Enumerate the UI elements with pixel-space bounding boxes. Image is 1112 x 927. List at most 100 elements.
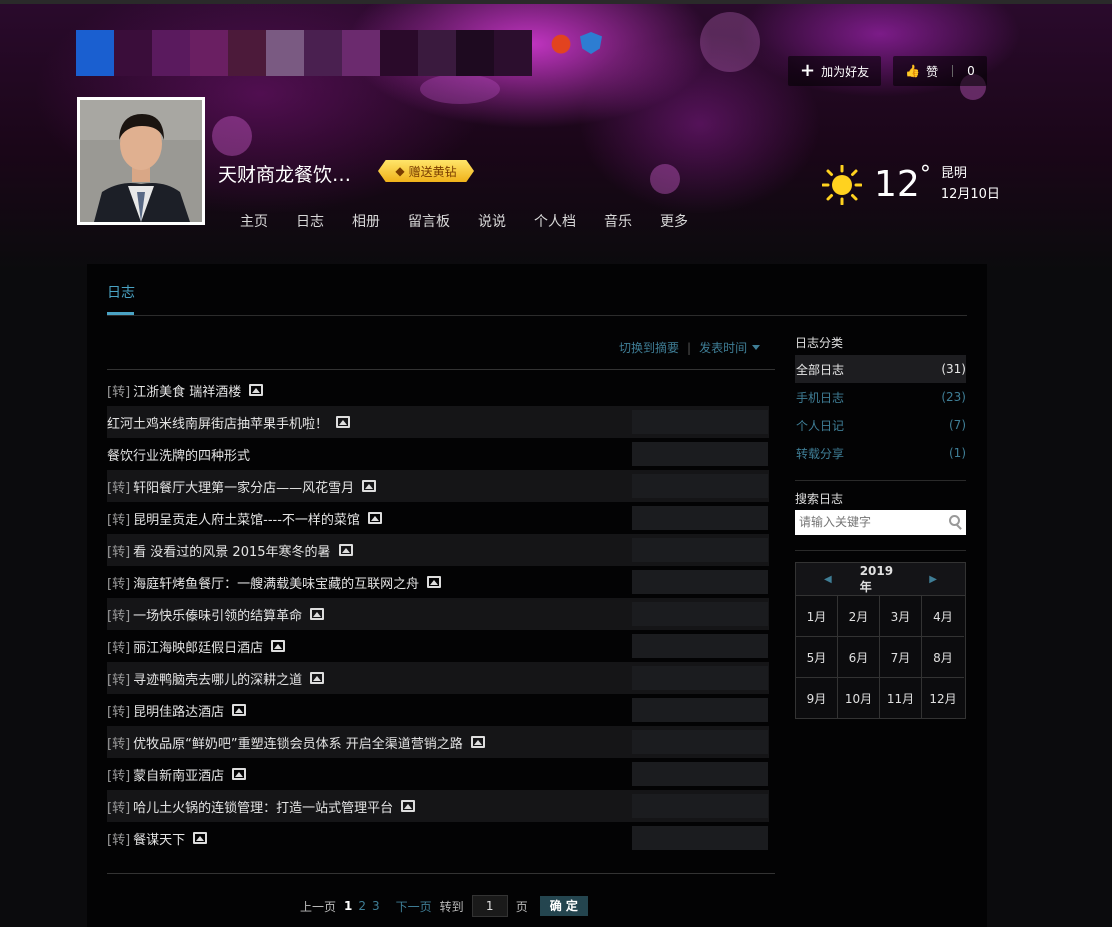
- category-count: (23): [941, 390, 966, 404]
- category-count: (7): [949, 418, 966, 432]
- blog-post-title[interactable]: 江浙美食 瑞祥酒楼: [133, 381, 241, 400]
- page-2-link[interactable]: 2: [358, 899, 366, 913]
- blog-post-title[interactable]: 餐饮行业洗牌的四种形式: [107, 445, 250, 464]
- pagination: 上一页 1 2 3 下一页 转到 页 确 定: [300, 895, 588, 917]
- category-name: 手机日志: [796, 390, 845, 405]
- blog-post-row[interactable]: 红河土鸡米线南屏街店抽苹果手机啦！: [107, 406, 769, 438]
- nav-music[interactable]: 音乐: [604, 211, 632, 231]
- blog-post-row[interactable]: [转] 蒙自新南亚酒店: [107, 758, 769, 790]
- prev-year-icon[interactable]: ◀: [824, 574, 832, 585]
- blog-post-title[interactable]: 哈儿土火锅的连锁管理：打造一站式管理平台: [133, 797, 393, 816]
- nav-mood[interactable]: 说说: [478, 211, 506, 231]
- blog-post-title[interactable]: 海庭轩烤鱼餐厅：一艘满载美味宝藏的互联网之舟: [133, 573, 419, 592]
- sort-by-time-dropdown[interactable]: 发表时间: [699, 339, 747, 356]
- post-meta: [632, 442, 768, 466]
- month-cell[interactable]: 5月: [796, 637, 838, 678]
- diamond-icon: ◆: [395, 164, 405, 178]
- search-input[interactable]: [795, 510, 939, 533]
- blog-post-list: [转] 江浙美食 瑞祥酒楼 红河土鸡米线南屏街店抽苹果手机啦！ 餐饮行业洗牌的四种形式…: [107, 374, 769, 854]
- nav-album[interactable]: 相册: [352, 211, 380, 231]
- confirm-button[interactable]: 确 定: [539, 896, 588, 916]
- nav-more[interactable]: 更多: [660, 211, 688, 231]
- current-page: 1: [344, 899, 353, 913]
- month-cell[interactable]: 9月: [796, 678, 838, 718]
- image-icon: [232, 768, 247, 780]
- blog-post-title[interactable]: 餐谋天下: [133, 829, 185, 848]
- month-cell[interactable]: 6月: [838, 637, 880, 678]
- blog-post-title[interactable]: 寻迹鸭脑壳去哪儿的深耕之道: [133, 669, 302, 688]
- blog-post-row[interactable]: [转] 轩阳餐厅大理第一家分店——风花雪月: [107, 470, 769, 502]
- blog-post-row[interactable]: [转] 餐谋天下: [107, 822, 769, 854]
- vip-badges: [550, 32, 602, 54]
- blog-post-row[interactable]: [转] 寻迹鸭脑壳去哪儿的深耕之道: [107, 662, 769, 694]
- post-meta: [632, 474, 768, 498]
- profile-actions: + 加为好友 👍 赞 0: [788, 56, 987, 86]
- gift-yellow-diamond-button[interactable]: ◆ 赠送黄钻: [378, 160, 474, 182]
- tab-blog[interactable]: 日志: [107, 282, 135, 302]
- month-cell[interactable]: 8月: [922, 637, 964, 678]
- blog-post-title[interactable]: 轩阳餐厅大理第一家分店——风花雪月: [133, 477, 354, 496]
- shield-badge-icon: [580, 32, 602, 54]
- category-item[interactable]: 个人日记 (7): [795, 411, 966, 439]
- blog-post-row[interactable]: 餐饮行业洗牌的四种形式: [107, 438, 769, 470]
- prev-page-link[interactable]: 上一页: [300, 898, 336, 915]
- blog-post-row[interactable]: [转] 江浙美食 瑞祥酒楼: [107, 374, 769, 406]
- blog-post-row[interactable]: [转] 丽江海映郎廷假日酒店: [107, 630, 769, 662]
- blog-post-title[interactable]: 蒙自新南亚酒店: [133, 765, 224, 784]
- blog-post-row[interactable]: [转] 海庭轩烤鱼餐厅：一艘满载美味宝藏的互联网之舟: [107, 566, 769, 598]
- nav-profile[interactable]: 个人档: [534, 211, 576, 231]
- blog-post-row[interactable]: [转] 昆明呈贡走人府土菜馆----不一样的菜馆: [107, 502, 769, 534]
- nav-home[interactable]: 主页: [240, 211, 268, 231]
- blog-post-title[interactable]: 一场快乐傣味引领的结算革命: [133, 605, 302, 624]
- next-year-icon[interactable]: ▶: [929, 574, 937, 585]
- goto-page-input[interactable]: [471, 895, 508, 917]
- blog-post-row[interactable]: [转] 优牧品原“鲜奶吧”重塑连锁会员体系 开启全渠道营销之路: [107, 726, 769, 758]
- repost-tag: [转]: [107, 832, 131, 848]
- blog-post-row[interactable]: [转] 哈儿土火锅的连锁管理：打造一站式管理平台: [107, 790, 769, 822]
- image-icon: [310, 608, 325, 620]
- month-cell[interactable]: 12月: [922, 678, 964, 718]
- blog-post-title[interactable]: 昆明佳路达酒店: [133, 701, 224, 720]
- nav-guestbook[interactable]: 留言板: [408, 211, 450, 231]
- blog-post-title[interactable]: 丽江海映郎廷假日酒店: [133, 637, 263, 656]
- category-item[interactable]: 手机日志 (23): [795, 383, 966, 411]
- search-icon[interactable]: [949, 515, 960, 526]
- avatar[interactable]: [77, 97, 205, 225]
- blog-post-title[interactable]: 优牧品原“鲜奶吧”重塑连锁会员体系 开启全渠道营销之路: [133, 733, 463, 752]
- repost-tag: [转]: [107, 672, 131, 688]
- blog-post-title[interactable]: 昆明呈贡走人府土菜馆----不一样的菜馆: [133, 509, 360, 528]
- blog-post-title[interactable]: 红河土鸡米线南屏街店抽苹果手机啦！: [107, 413, 328, 432]
- blog-post-row[interactable]: [转] 昆明佳路达酒店: [107, 694, 769, 726]
- post-meta: [632, 826, 768, 850]
- like-label: 赞: [926, 64, 939, 79]
- month-grid: 1月 2月 3月 4月 5月 6月 7月 8月 9月 10月 11月 12月: [796, 596, 965, 718]
- image-icon: [271, 640, 286, 652]
- owner-name[interactable]: 天财商龙餐饮…: [218, 160, 351, 187]
- next-page-link[interactable]: 下一页: [396, 898, 432, 915]
- switch-to-summary-link[interactable]: 切换到摘要: [619, 339, 679, 356]
- blog-post-row[interactable]: [转] 看 没看过的风景 2015年寒冬的暑: [107, 534, 769, 566]
- repost-tag: [转]: [107, 800, 131, 816]
- category-item[interactable]: 全部日志 (31): [795, 355, 966, 383]
- month-cell[interactable]: 10月: [838, 678, 880, 718]
- categories-title: 日志分类: [795, 336, 844, 350]
- divider: [795, 480, 966, 481]
- blog-post-row[interactable]: [转] 一场快乐傣味引领的结算革命: [107, 598, 769, 630]
- nav-blog[interactable]: 日志: [296, 211, 324, 231]
- month-cell[interactable]: 3月: [880, 596, 922, 637]
- repost-tag: [转]: [107, 576, 131, 592]
- post-meta: [632, 538, 768, 562]
- page-3-link[interactable]: 3: [372, 899, 380, 913]
- add-friend-button[interactable]: + 加为好友: [788, 56, 882, 86]
- month-cell[interactable]: 11月: [880, 678, 922, 718]
- month-cell[interactable]: 2月: [838, 596, 880, 637]
- like-button[interactable]: 👍 赞 0: [893, 56, 987, 86]
- archive-calendar: ◀ 2019年 ▶ 1月 2月 3月 4月 5月 6月 7月 8月 9月 10月 11月 12月: [795, 562, 966, 719]
- month-cell[interactable]: 4月: [922, 596, 964, 637]
- plus-icon: +: [800, 60, 816, 81]
- blog-post-title[interactable]: 看 没看过的风景 2015年寒冬的暑: [133, 541, 330, 560]
- month-cell[interactable]: 1月: [796, 596, 838, 637]
- post-meta: [632, 410, 768, 434]
- category-item[interactable]: 转载分享 (1): [795, 439, 966, 467]
- month-cell[interactable]: 7月: [880, 637, 922, 678]
